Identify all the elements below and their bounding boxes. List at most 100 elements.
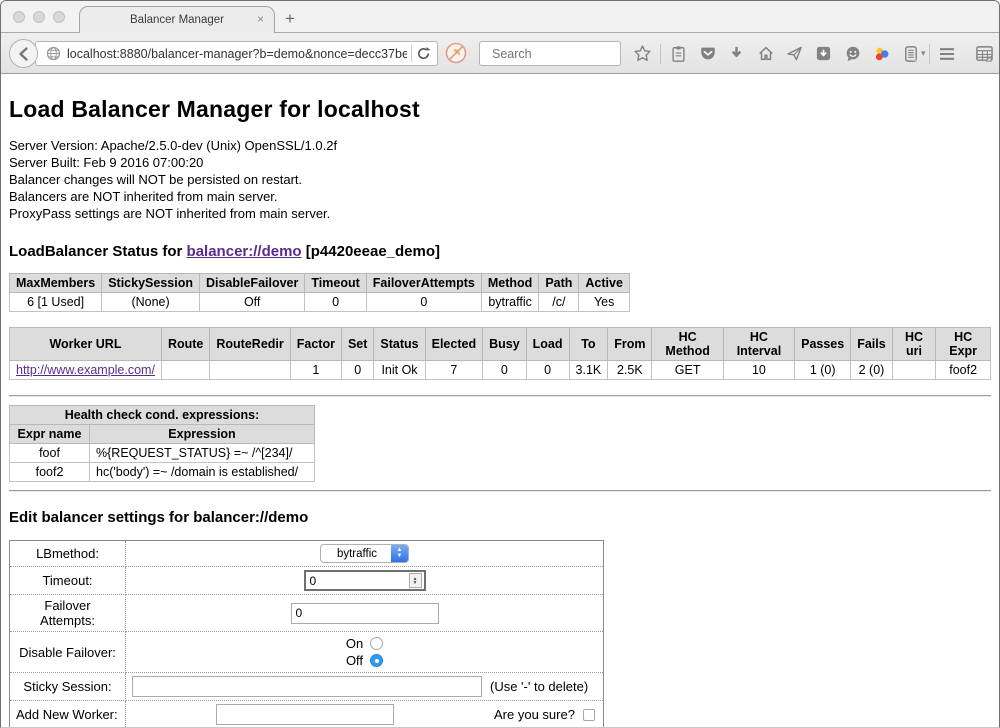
- cell-maxmembers: 6 [1 Used]: [10, 293, 102, 312]
- cell-routeredir: [210, 361, 290, 380]
- cell-expr-name: foof2: [10, 463, 90, 482]
- tab-balancer-manager[interactable]: Balancer Manager ×: [79, 6, 275, 33]
- col-hc-expr: HC Expr: [936, 328, 991, 361]
- col-worker-url: Worker URL: [10, 328, 162, 361]
- sticky-hint: (Use '-' to delete): [490, 679, 588, 694]
- failover-attempts-input[interactable]: [291, 603, 439, 624]
- cell-hc-method: GET: [652, 361, 723, 380]
- toolbar-divider: [660, 44, 661, 64]
- send-icon: [786, 45, 803, 62]
- lbmethod-label: LBmethod:: [10, 541, 126, 567]
- list-panel-icon: [903, 45, 919, 63]
- col-status: Status: [374, 328, 425, 361]
- cell-busy: 0: [483, 361, 527, 380]
- col-expr-name: Expr name: [10, 425, 90, 444]
- save-to-box-button[interactable]: [809, 39, 838, 68]
- url-bar[interactable]: [35, 41, 438, 66]
- colored-dots-icon: [873, 45, 891, 63]
- chat-button[interactable]: [838, 39, 867, 68]
- status-heading-prefix: LoadBalancer Status for: [9, 243, 187, 260]
- block-icon[interactable]: [445, 42, 467, 64]
- cell-path: /c/: [539, 293, 579, 312]
- form-row-failover: Failover Attempts:: [10, 595, 604, 632]
- col-timeout: Timeout: [305, 274, 366, 293]
- server-built: Server Built: Feb 9 2016 07:00:20: [9, 154, 991, 171]
- server-info: Server Version: Apache/2.5.0-dev (Unix) …: [9, 137, 991, 222]
- notice-persist: Balancer changes will NOT be persisted o…: [9, 171, 991, 188]
- cell-elected: 7: [425, 361, 482, 380]
- edit-settings-heading: Edit balancer settings for balancer://de…: [9, 509, 991, 526]
- toolbar-buttons: ▾: [628, 33, 999, 74]
- globe-icon[interactable]: [46, 46, 61, 61]
- cell-method: bytraffic: [481, 293, 538, 312]
- col-from: From: [608, 328, 652, 361]
- minimize-window-button[interactable]: [33, 11, 45, 23]
- timeout-input[interactable]: 0 ▲▼: [304, 570, 426, 591]
- col-factor: Factor: [290, 328, 341, 361]
- number-stepper-icon[interactable]: ▲▼: [409, 573, 422, 588]
- zoom-window-button[interactable]: [53, 11, 65, 23]
- cell-expression: hc('body') =~ /domain is established/: [90, 463, 315, 482]
- form-row-sticky: Sticky Session: (Use '-' to delete): [10, 673, 604, 701]
- cell-factor: 1: [290, 361, 341, 380]
- menu-button[interactable]: [933, 39, 962, 68]
- notice-inherit: Balancers are NOT inherited from main se…: [9, 188, 991, 205]
- worker-row: http://www.example.com/ 1 0 Init Ok 7 0 …: [10, 361, 991, 380]
- failover-on-radio[interactable]: [370, 637, 383, 650]
- col-fails: Fails: [851, 328, 893, 361]
- share-button[interactable]: [780, 39, 809, 68]
- tab-grid-button[interactable]: [970, 39, 999, 68]
- failover-off-option: Off: [132, 652, 597, 669]
- save-box-icon: [815, 45, 832, 62]
- failover-off-radio[interactable]: [370, 654, 383, 667]
- server-version: Server Version: Apache/2.5.0-dev (Unix) …: [9, 137, 991, 154]
- timeout-value: 0: [306, 574, 409, 588]
- sticky-session-input[interactable]: [132, 676, 482, 697]
- tab-bar: Balancer Manager × +: [1, 1, 999, 33]
- timeout-label: Timeout:: [10, 567, 126, 595]
- url-input[interactable]: [67, 47, 407, 61]
- failover-label: Failover Attempts:: [10, 595, 126, 632]
- search-bar[interactable]: [479, 41, 621, 66]
- col-active: Active: [579, 274, 630, 293]
- worker-url-link[interactable]: http://www.example.com/: [16, 363, 155, 377]
- hello-button[interactable]: [867, 39, 896, 68]
- tab-title: Balancer Manager: [130, 14, 224, 26]
- reload-icon[interactable]: [416, 46, 431, 61]
- window-controls: [13, 11, 65, 23]
- home-button[interactable]: [751, 39, 780, 68]
- expr-row: foof %{REQUEST_STATUS} =~ /^[234]/: [10, 444, 315, 463]
- col-hc-uri: HC uri: [892, 328, 936, 361]
- bookmarks-menu-button[interactable]: [664, 39, 693, 68]
- back-button[interactable]: [9, 39, 38, 68]
- pocket-button[interactable]: [693, 39, 722, 68]
- col-set: Set: [341, 328, 373, 361]
- new-tab-button[interactable]: +: [285, 9, 295, 29]
- add-worker-input[interactable]: [216, 704, 394, 725]
- page-title: Load Balancer Manager for localhost: [9, 74, 991, 123]
- form-row-lbmethod: LBmethod: bytraffic ▲▼: [10, 541, 604, 567]
- grid-icon: [975, 45, 994, 63]
- cell-to: 3.1K: [569, 361, 608, 380]
- on-label: On: [346, 636, 363, 651]
- cell-fails: 2 (0): [851, 361, 893, 380]
- chevron-down-icon[interactable]: ▾: [921, 48, 926, 59]
- cell-expr-name: foof: [10, 444, 90, 463]
- clipboard-icon: [670, 45, 687, 63]
- are-you-sure-checkbox[interactable]: [583, 709, 595, 721]
- lbmethod-select[interactable]: bytraffic ▲▼: [320, 544, 409, 563]
- cell-hc-interval: 10: [723, 361, 794, 380]
- health-check-table: Health check cond. expressions: Expr nam…: [9, 405, 315, 482]
- table-row: 6 [1 Used] (None) Off 0 0 bytraffic /c/ …: [10, 293, 630, 312]
- back-icon: [16, 46, 32, 62]
- bookmark-star-button[interactable]: [628, 39, 657, 68]
- downloads-button[interactable]: [722, 39, 751, 68]
- form-row-timeout: Timeout: 0 ▲▼: [10, 567, 604, 595]
- status-heading-suffix: [p4420eeae_demo]: [302, 243, 440, 260]
- close-window-button[interactable]: [13, 11, 25, 23]
- url-divider: [411, 45, 412, 62]
- tab-close-icon[interactable]: ×: [257, 12, 264, 26]
- balancer-demo-link[interactable]: balancer://demo: [187, 243, 302, 260]
- col-elected: Elected: [425, 328, 482, 361]
- col-hc-method: HC Method: [652, 328, 723, 361]
